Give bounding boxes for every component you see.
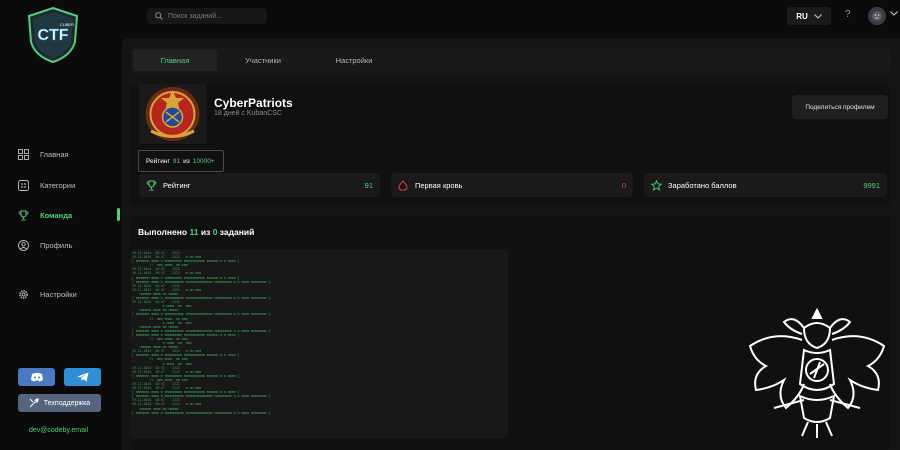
sidebar-item-label: Категории	[40, 180, 76, 190]
stat-label: Первая кровь	[415, 180, 463, 190]
discord-button[interactable]	[18, 368, 55, 386]
completed-prefix: Выполнено	[138, 227, 188, 237]
search-input[interactable]: Поиск заданий...	[168, 13, 222, 20]
avatar[interactable]	[868, 7, 886, 25]
rating-value: 91	[172, 157, 181, 165]
tab-home[interactable]: Главная	[133, 50, 217, 71]
support-button[interactable]: Техподдержка	[18, 394, 101, 412]
completed-done: 11	[189, 227, 199, 237]
stat-value: 9991	[863, 180, 880, 190]
sidebar-item-profile[interactable]: Профиль	[18, 237, 122, 253]
completed-mid: из	[200, 227, 211, 237]
terminal-log-line: [ mmmmmmm mmmm m mmmmmmmmmm mmmmmmmmmmmm…	[132, 410, 271, 415]
active-indicator	[117, 208, 120, 221]
sidebar-item-home[interactable]: Главная	[18, 146, 122, 162]
telegram-button[interactable]	[64, 368, 101, 386]
stat-rating: Рейтинг 91	[139, 173, 380, 197]
team-name: CyberPatriots	[214, 96, 293, 110]
completed-total: 0	[212, 227, 218, 237]
terminal-log-image: 19.11.2024 16:47 2222 19.11.2024 16:47 2…	[131, 249, 508, 439]
rating-badge: Рейтинг 91 из 10000+	[138, 150, 224, 172]
trophy-icon	[139, 180, 163, 191]
sidebar: CTF CUBER Главная Категории Команда Проф…	[0, 0, 122, 450]
sidebar-item-team[interactable]: Команда	[18, 207, 122, 223]
avatar-face-icon	[872, 11, 882, 21]
team-subtitle: 18 дней с KubanCSC	[214, 110, 282, 117]
rating-mid: из	[183, 157, 190, 165]
user-icon	[18, 239, 29, 251]
sidebar-item-categories[interactable]: Категории	[18, 177, 122, 193]
stat-label: Рейтинг	[163, 180, 191, 190]
categories-icon	[18, 179, 29, 191]
rating-prefix: Рейтинг	[146, 157, 170, 165]
sidebar-item-label: Профиль	[40, 240, 73, 250]
star-icon	[644, 179, 668, 191]
tools-icon	[29, 398, 39, 408]
sidebar-item-settings[interactable]: Настройки	[18, 286, 122, 302]
chevron-down-icon[interactable]	[890, 11, 898, 16]
support-email[interactable]: dev@codeby.email	[29, 427, 88, 434]
sidebar-item-label: Настройки	[40, 289, 77, 299]
grid-icon	[18, 148, 29, 160]
share-profile-button[interactable]: Поделиться профилем	[792, 95, 888, 119]
discord-icon	[30, 372, 43, 382]
search-bar[interactable]: Поиск заданий...	[147, 8, 267, 24]
stat-first-blood: Первая кровь 0	[391, 173, 633, 197]
team-emblem	[139, 84, 206, 144]
completed-suffix: заданий	[219, 227, 255, 237]
telegram-icon	[77, 372, 88, 382]
logo-small-text: CUBER	[60, 22, 74, 27]
tab-members[interactable]: Участники	[223, 50, 303, 71]
blood-drop-icon	[391, 179, 415, 191]
support-label: Техподдержка	[43, 399, 91, 407]
search-icon	[155, 12, 163, 20]
language-label: RU	[796, 11, 808, 21]
rating-total: 10000+	[192, 157, 215, 165]
sidebar-item-label: Команда	[40, 210, 73, 220]
gear-icon	[18, 289, 29, 300]
trophy-icon	[18, 210, 29, 221]
stat-label: Заработано баллов	[668, 180, 737, 190]
language-select[interactable]: RU	[787, 7, 831, 25]
sidebar-item-label: Главная	[40, 149, 69, 159]
tab-settings[interactable]: Настройки	[314, 50, 394, 71]
stat-value: 91	[364, 180, 373, 190]
double-headed-eagle-emblem	[748, 307, 886, 438]
stat-points: Заработано баллов 9991	[644, 173, 887, 197]
chevron-down-icon	[813, 13, 822, 19]
completed-title: Выполнено 11 из 0 заданий	[138, 227, 254, 237]
ctf-logo[interactable]: CTF CUBER	[26, 6, 80, 64]
help-icon[interactable]: ?	[845, 9, 851, 20]
svg-text:CTF: CTF	[37, 27, 68, 44]
stat-value: 0	[621, 180, 626, 190]
